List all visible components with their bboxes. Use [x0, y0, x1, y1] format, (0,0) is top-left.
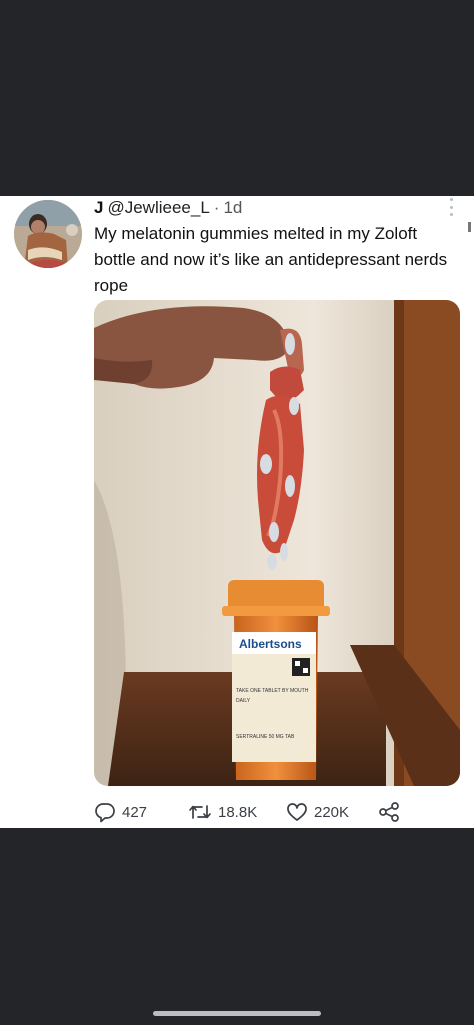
display-name[interactable]: J — [94, 198, 103, 218]
tweet-photo[interactable]: Albertsons TAKE ONE TABLET BY MOUTH DAIL… — [94, 300, 460, 786]
tweet-actions: 427 18.8K 220K — [94, 798, 460, 826]
bottom-dark-area — [0, 828, 474, 1025]
share-icon — [379, 802, 399, 822]
top-dark-bar — [0, 0, 474, 196]
like-count: 220K — [314, 803, 350, 821]
retweet-icon — [189, 805, 211, 819]
tweet-age: 1d — [223, 198, 243, 217]
label-brand: Albertsons — [239, 637, 302, 651]
scroll-indicator — [468, 222, 471, 232]
label-line-1: TAKE ONE TABLET BY MOUTH — [236, 688, 309, 694]
share-action[interactable] — [378, 798, 400, 826]
label-line-2: DAILY — [236, 698, 251, 704]
retweet-count: 18.8K — [218, 803, 258, 821]
user-handle[interactable]: @Jewlieee_L — [107, 198, 209, 218]
retweet-action[interactable]: 18.8K — [188, 798, 257, 826]
tweet-text: My melatonin gummies melted in my Zoloft… — [94, 224, 448, 295]
like-action[interactable]: 220K — [286, 798, 349, 826]
heart-icon — [287, 803, 307, 821]
avatar[interactable] — [14, 200, 82, 268]
photo-illustration: Albertsons TAKE ONE TABLET BY MOUTH DAIL… — [94, 300, 460, 786]
tweet-header: J @Jewlieee_L · 1d — [94, 197, 242, 219]
home-indicator[interactable] — [153, 1011, 321, 1016]
reply-icon — [95, 803, 115, 823]
avatar-image — [14, 200, 82, 268]
header-separator: · — [213, 198, 220, 217]
more-icon[interactable] — [445, 198, 457, 216]
reply-count: 427 — [122, 803, 148, 821]
label-line-3: SERTRALINE 50 MG TAB — [236, 734, 295, 740]
reply-action[interactable]: 427 — [94, 798, 147, 826]
